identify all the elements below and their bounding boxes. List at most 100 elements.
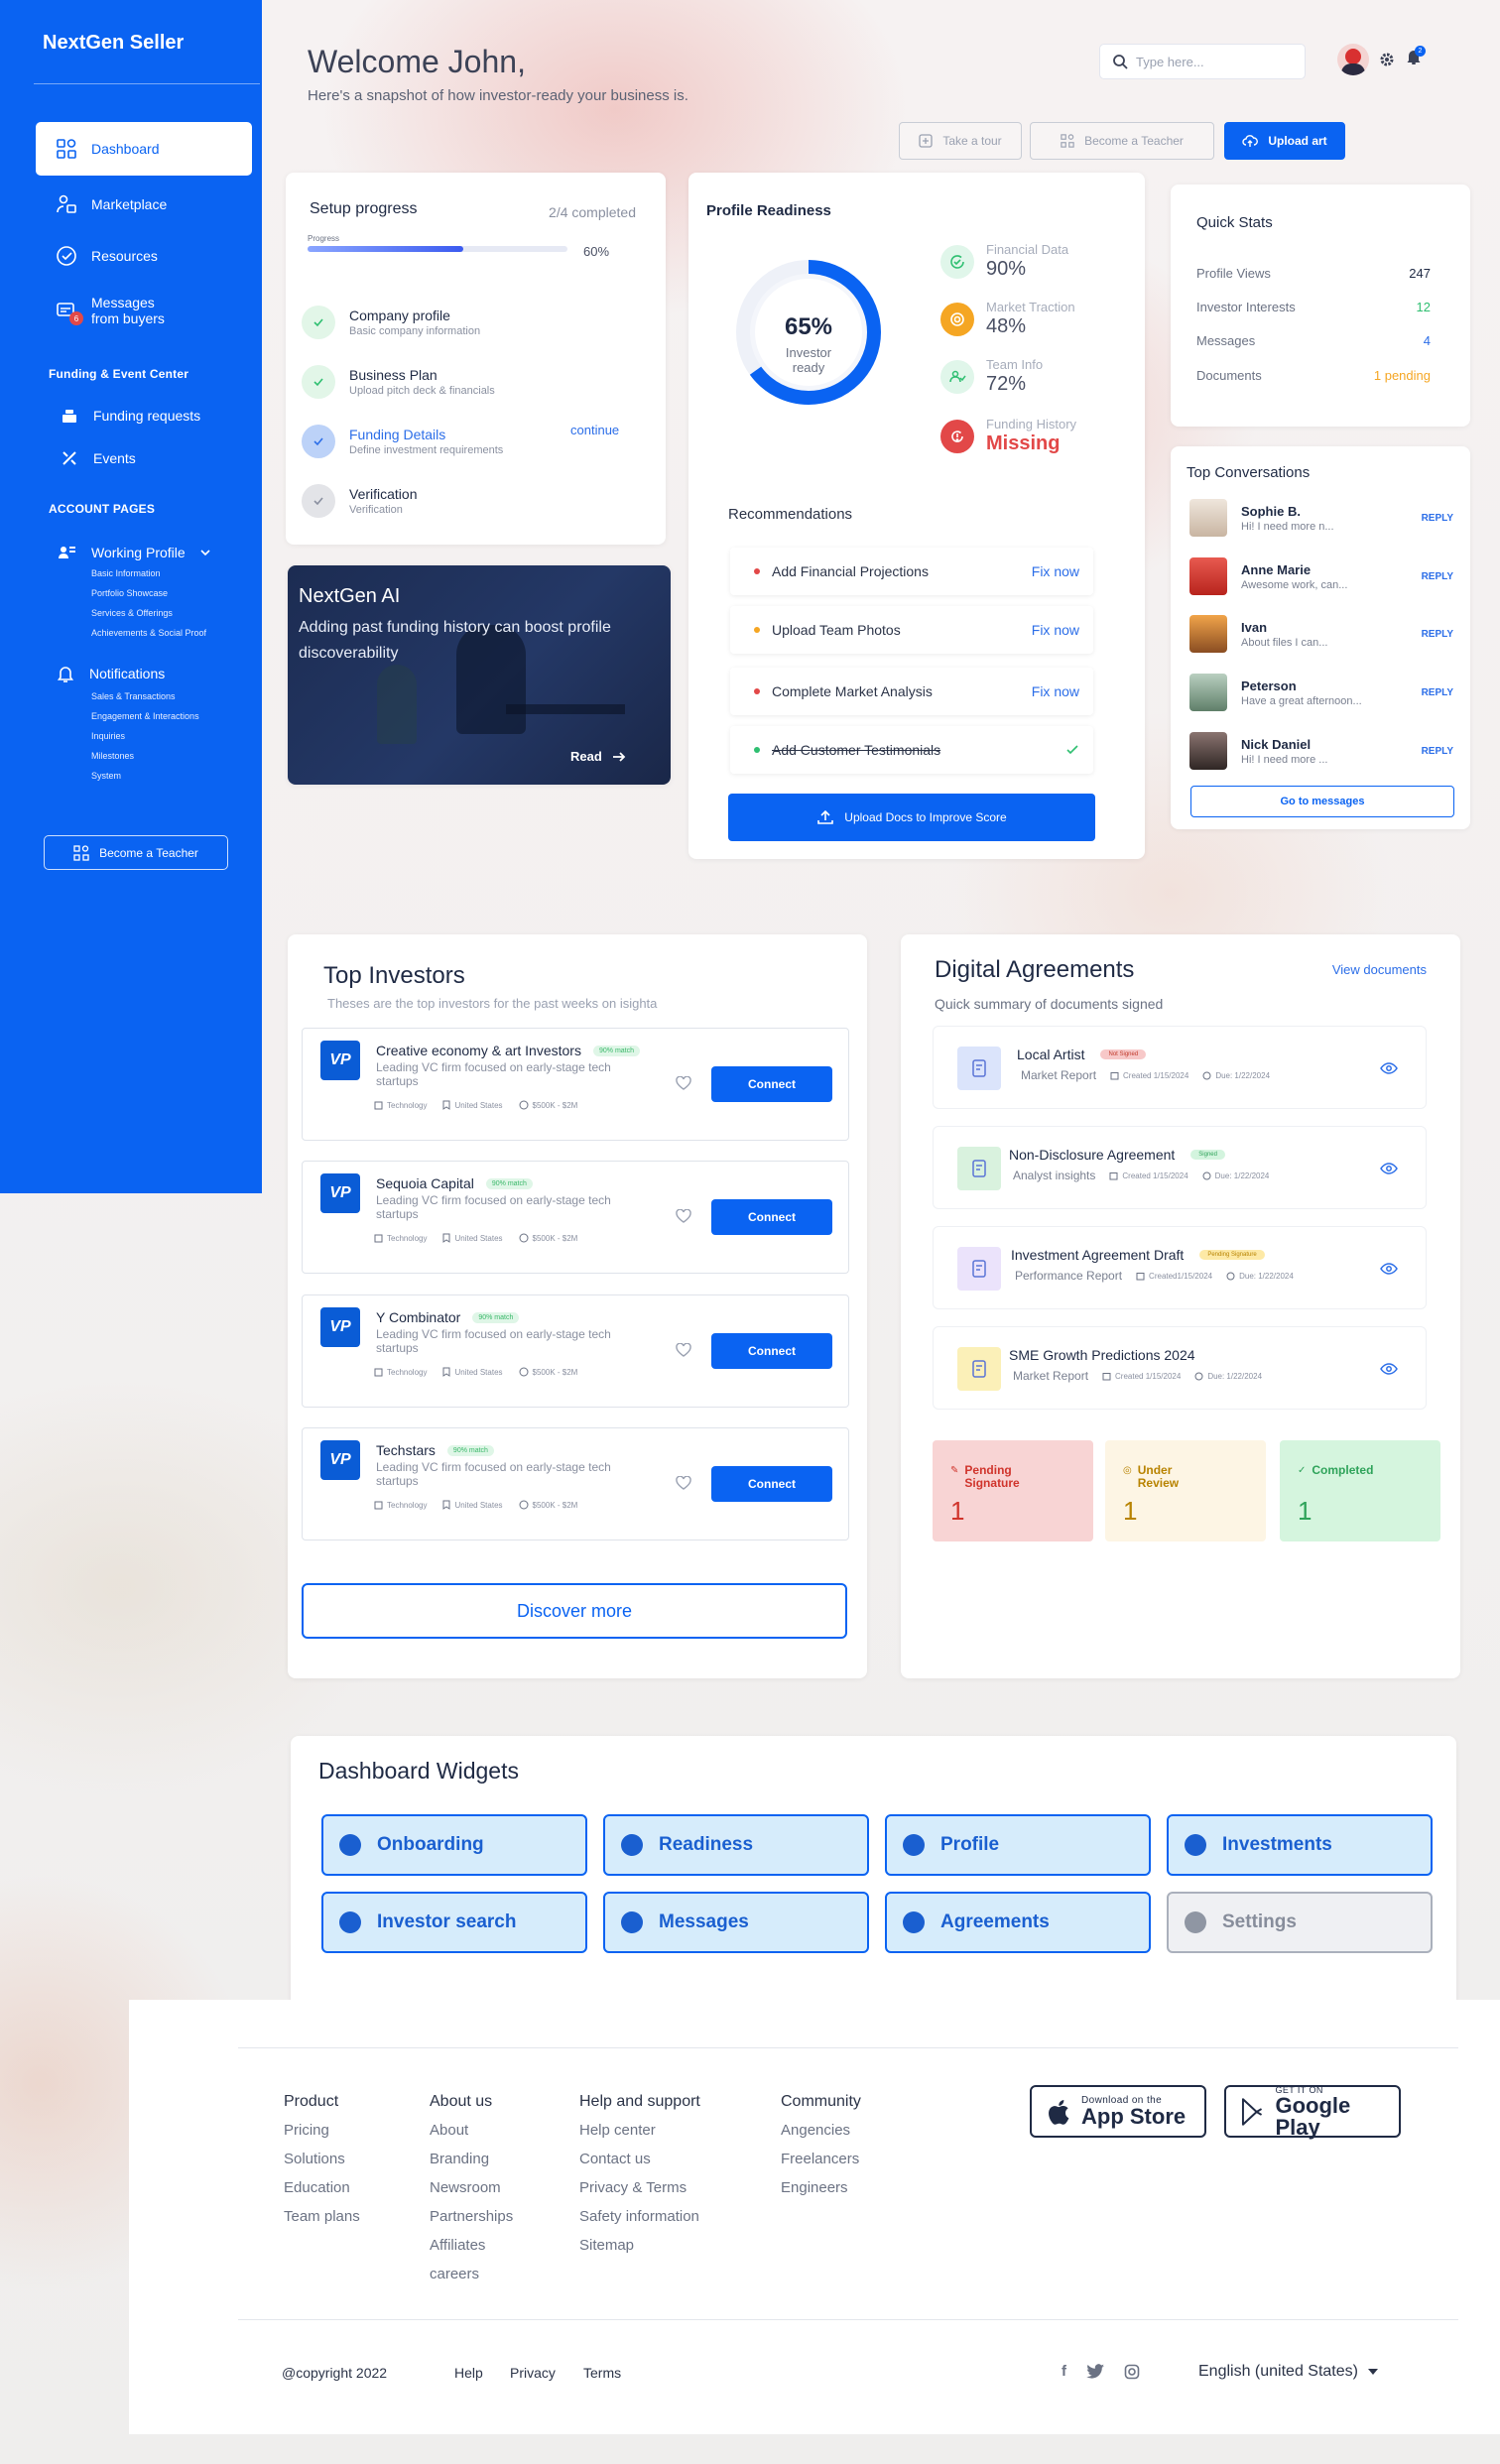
take-tour-button[interactable]: Take a tour bbox=[899, 122, 1022, 160]
reply-button[interactable]: REPLY bbox=[1422, 513, 1453, 524]
investor-card[interactable]: VP Techstars 90% match Leading VC firm focu… bbox=[302, 1427, 849, 1540]
connect-button[interactable]: Connect bbox=[711, 1199, 832, 1235]
link-milestones[interactable]: Milestones bbox=[91, 746, 199, 766]
footer-link-help[interactable]: Help bbox=[454, 2365, 483, 2381]
recommendation-customer-testimonials[interactable]: Add Customer Testimonials bbox=[730, 726, 1093, 774]
recommendation-financial-projections[interactable]: Add Financial Projections Fix now bbox=[730, 548, 1093, 595]
widget-toggle[interactable]: Onboarding bbox=[321, 1814, 587, 1876]
conversation-item[interactable]: Sophie B. Hi! I need more n... REPLY bbox=[1189, 493, 1453, 543]
widget-toggle[interactable]: Messages bbox=[603, 1892, 869, 1953]
footer-link[interactable]: Pricing bbox=[284, 2116, 360, 2145]
setup-item-verification[interactable]: Verification Verification bbox=[302, 484, 417, 518]
agreement-row[interactable]: Local Artist Not Signed Market Report Creat… bbox=[933, 1026, 1427, 1109]
conversation-item[interactable]: Peterson Have a great afternoon... REPLY bbox=[1189, 668, 1453, 717]
facebook-icon[interactable]: f bbox=[1062, 2363, 1066, 2380]
footer-link[interactable]: Solutions bbox=[284, 2145, 360, 2173]
connect-button[interactable]: Connect bbox=[711, 1066, 832, 1102]
conversation-item[interactable]: Anne Marie Awesome work, can... REPLY bbox=[1189, 552, 1453, 601]
continue-link[interactable]: continue bbox=[570, 423, 619, 437]
reply-button[interactable]: REPLY bbox=[1422, 746, 1453, 757]
widget-toggle[interactable]: Agreements bbox=[885, 1892, 1151, 1953]
conversation-item[interactable]: Nick Daniel Hi! I need more ... REPLY bbox=[1189, 726, 1453, 776]
footer-link[interactable]: Contact us bbox=[579, 2145, 700, 2173]
recommendation-market-analysis[interactable]: Complete Market Analysis Fix now bbox=[730, 668, 1093, 715]
footer-link[interactable]: Help center bbox=[579, 2116, 700, 2145]
footer-link[interactable]: Safety information bbox=[579, 2202, 700, 2231]
footer-link-privacy[interactable]: Privacy bbox=[510, 2365, 556, 2381]
heart-icon[interactable] bbox=[676, 1343, 691, 1357]
avatar[interactable] bbox=[1337, 44, 1369, 75]
upload-docs-button[interactable]: Upload Docs to Improve Score bbox=[728, 794, 1095, 841]
notifications-button[interactable]: 2 bbox=[1405, 46, 1426, 70]
sidebar-item-marketplace[interactable]: Marketplace bbox=[36, 178, 252, 231]
fix-now-link[interactable]: Fix now bbox=[1032, 622, 1079, 638]
investor-card[interactable]: VP Creative economy & art Investors 90% ma… bbox=[302, 1028, 849, 1141]
link-basic-information[interactable]: Basic Information bbox=[91, 563, 206, 583]
agreement-row[interactable]: SME Growth Predictions 2024 Market Report… bbox=[933, 1326, 1427, 1410]
investor-card[interactable]: VP Y Combinator 90% match Leading VC firm f… bbox=[302, 1294, 849, 1408]
fix-now-link[interactable]: Fix now bbox=[1032, 683, 1079, 699]
recommendation-team-photos[interactable]: Upload Team Photos Fix now bbox=[730, 606, 1093, 654]
twitter-icon[interactable] bbox=[1086, 2364, 1104, 2379]
view-documents-link[interactable]: View documents bbox=[1332, 962, 1427, 977]
connect-button[interactable]: Connect bbox=[711, 1333, 832, 1369]
search-input[interactable]: Type here... bbox=[1099, 44, 1306, 79]
setup-item-company-profile[interactable]: Company profile Basic company information bbox=[302, 306, 480, 339]
sidebar-item-messages[interactable]: 6 Messages from buyers bbox=[36, 284, 252, 337]
heart-icon[interactable] bbox=[676, 1076, 691, 1090]
link-sales-transactions[interactable]: Sales & Transactions bbox=[91, 686, 199, 706]
footer-link[interactable]: Sitemap bbox=[579, 2231, 700, 2260]
link-engagement[interactable]: Engagement & Interactions bbox=[91, 706, 199, 726]
footer-link[interactable]: Partnerships bbox=[430, 2202, 513, 2231]
summary-completed[interactable]: ✓ Completed 1 bbox=[1280, 1440, 1440, 1541]
app-store-button[interactable]: Download on the App Store bbox=[1030, 2085, 1206, 2138]
language-select[interactable]: English (united States) bbox=[1198, 2363, 1378, 2381]
become-teacher-header-button[interactable]: Become a Teacher bbox=[1030, 122, 1214, 160]
reply-button[interactable]: REPLY bbox=[1422, 571, 1453, 582]
link-system[interactable]: System bbox=[91, 766, 199, 786]
footer-link-terms[interactable]: Terms bbox=[583, 2365, 621, 2381]
footer-link[interactable]: Angencies bbox=[781, 2116, 861, 2145]
sidebar-item-dashboard[interactable]: Dashboard bbox=[36, 122, 252, 176]
footer-link[interactable]: Freelancers bbox=[781, 2145, 861, 2173]
fix-now-link[interactable]: Fix now bbox=[1032, 563, 1079, 579]
footer-link[interactable]: Privacy & Terms bbox=[579, 2173, 700, 2202]
heart-icon[interactable] bbox=[676, 1476, 691, 1490]
sidebar-item-events[interactable]: Events bbox=[40, 431, 256, 485]
google-play-button[interactable]: GET IT ON Google Play bbox=[1224, 2085, 1401, 2138]
instagram-icon[interactable] bbox=[1124, 2364, 1140, 2380]
widget-toggle[interactable]: Settings bbox=[1167, 1892, 1433, 1953]
read-link[interactable]: Read bbox=[570, 749, 626, 764]
brand-logo[interactable]: NextGen Seller bbox=[43, 32, 184, 55]
conversation-item[interactable]: Ivan About files I can... REPLY bbox=[1189, 609, 1453, 659]
link-achievements[interactable]: Achievements & Social Proof bbox=[91, 623, 206, 643]
summary-under-review[interactable]: ◎ Under Review 1 bbox=[1105, 1440, 1266, 1541]
footer-link[interactable]: Team plans bbox=[284, 2202, 360, 2231]
setup-item-funding-details[interactable]: Funding Details Define investment require… bbox=[302, 425, 503, 458]
discover-more-button[interactable]: Discover more bbox=[302, 1583, 847, 1639]
footer-link[interactable]: Newsroom bbox=[430, 2173, 513, 2202]
footer-link[interactable]: careers bbox=[430, 2260, 513, 2288]
eye-icon[interactable] bbox=[1380, 1062, 1398, 1074]
eye-icon[interactable] bbox=[1380, 1363, 1398, 1375]
widget-toggle[interactable]: Investments bbox=[1167, 1814, 1433, 1876]
agreement-row[interactable]: Non-Disclosure Agreement Signed Analyst in… bbox=[933, 1126, 1427, 1209]
upload-art-button[interactable]: Upload art bbox=[1224, 122, 1345, 160]
reply-button[interactable]: REPLY bbox=[1422, 687, 1453, 698]
footer-link[interactable]: About bbox=[430, 2116, 513, 2145]
footer-link[interactable]: Education bbox=[284, 2173, 360, 2202]
footer-link[interactable]: Engineers bbox=[781, 2173, 861, 2202]
link-services-offerings[interactable]: Services & Offerings bbox=[91, 603, 206, 623]
footer-link[interactable]: Affiliates bbox=[430, 2231, 513, 2260]
become-teacher-button[interactable]: Become a Teacher bbox=[44, 835, 228, 870]
gear-icon[interactable] bbox=[1379, 52, 1395, 67]
link-inquiries[interactable]: Inquiries bbox=[91, 726, 199, 746]
setup-item-business-plan[interactable]: Business Plan Upload pitch deck & financi… bbox=[302, 365, 495, 399]
investor-card[interactable]: VP Sequoia Capital 90% match Leading VC fir… bbox=[302, 1161, 849, 1274]
reply-button[interactable]: REPLY bbox=[1422, 629, 1453, 640]
go-to-messages-button[interactable]: Go to messages bbox=[1190, 786, 1454, 817]
widget-toggle[interactable]: Investor search bbox=[321, 1892, 587, 1953]
eye-icon[interactable] bbox=[1380, 1263, 1398, 1275]
agreement-row[interactable]: Investment Agreement Draft Pending Signat… bbox=[933, 1226, 1427, 1309]
widget-toggle[interactable]: Profile bbox=[885, 1814, 1151, 1876]
